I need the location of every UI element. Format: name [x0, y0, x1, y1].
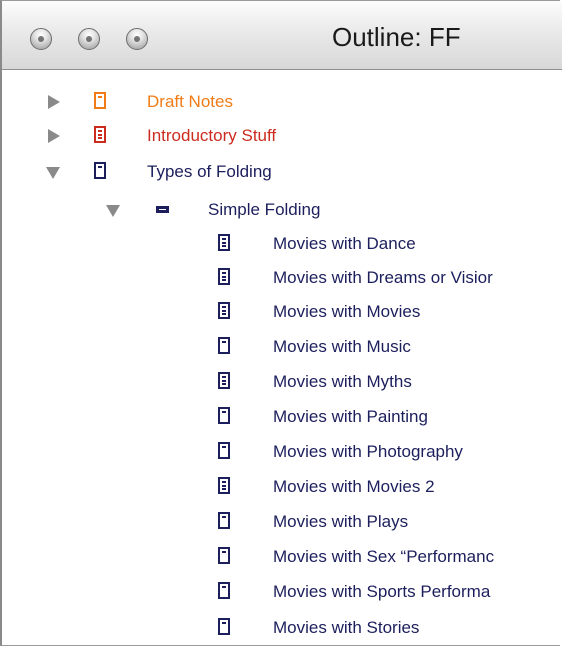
- doc-line: [222, 306, 226, 308]
- outline-row[interactable]: Introductory Stuff: [2, 122, 562, 152]
- document-lined-icon: [218, 477, 230, 494]
- folder-collapsed-icon: [156, 206, 169, 213]
- outline-item-label: Movies with Plays: [273, 512, 409, 531]
- doc-line: [222, 238, 226, 240]
- outline-row[interactable]: Movies with Dreams or Visior: [2, 264, 562, 294]
- doc-line: [222, 488, 226, 490]
- disclosure-triangle-expanded-icon[interactable]: [46, 167, 60, 179]
- doc-line: [222, 411, 226, 413]
- doc-line: [222, 279, 226, 281]
- outline-row[interactable]: Movies with Music: [2, 333, 562, 363]
- outline-item-label: Introductory Stuff: [147, 126, 277, 145]
- doc-line: [98, 130, 102, 132]
- outline-row[interactable]: Movies with Sports Performa: [2, 578, 562, 608]
- close-icon: [38, 36, 44, 42]
- close-button[interactable]: [30, 28, 52, 50]
- document-blank-icon: [218, 442, 230, 459]
- document-blank-icon: [94, 162, 106, 179]
- disclosure-triangle-collapsed-icon[interactable]: [48, 129, 60, 143]
- doc-line: [222, 276, 226, 278]
- minimize-icon: [86, 36, 92, 42]
- outline-item-label: Movies with Music: [273, 337, 411, 356]
- outline-window: Outline: FF Draft Notes Introductory Stuf…: [0, 0, 562, 648]
- document-lined-icon: [94, 126, 106, 143]
- document-blank-icon: [218, 407, 230, 424]
- outline-row[interactable]: Movies with Stories: [2, 614, 562, 644]
- doc-line: [222, 242, 226, 244]
- outline-item-label: Movies with Dance: [273, 234, 416, 253]
- outline-item-label: Movies with Sports Performa: [273, 582, 491, 601]
- outline-row[interactable]: Draft Notes: [2, 88, 562, 118]
- doc-line: [222, 272, 226, 274]
- doc-line: [98, 137, 102, 139]
- document-blank-icon: [218, 582, 230, 599]
- outline-row[interactable]: Movies with Dance: [2, 230, 562, 260]
- document-lined-icon: [218, 372, 230, 389]
- zoom-button[interactable]: [126, 28, 148, 50]
- outline-item-label: Movies with Movies: [273, 302, 421, 321]
- outline-item-label: Movies with Myths: [273, 372, 412, 391]
- doc-line: [222, 481, 226, 483]
- disclosure-triangle-collapsed-icon[interactable]: [48, 95, 60, 109]
- doc-line: [222, 622, 226, 624]
- title-bar[interactable]: Outline: FF: [0, 0, 562, 70]
- doc-line: [222, 383, 226, 385]
- document-blank-icon: [218, 618, 230, 635]
- doc-line: [222, 245, 226, 247]
- outline-view: Draft Notes Introductory Stuff Types of Fo…: [2, 70, 562, 648]
- doc-line: [98, 134, 102, 136]
- outline-item-label: Types of Folding: [147, 162, 272, 181]
- outline-row[interactable]: Movies with Sex “Performanc: [2, 543, 562, 573]
- document-blank-icon: [94, 92, 106, 109]
- outline-row[interactable]: Movies with Myths: [2, 368, 562, 398]
- outline-row[interactable]: Types of Folding: [2, 158, 562, 188]
- outline-item-label: Movies with Sex “Performanc: [273, 547, 495, 566]
- doc-line: [98, 96, 102, 98]
- outline-item-label: Draft Notes: [147, 92, 233, 111]
- doc-line: [222, 380, 226, 382]
- minimize-button[interactable]: [78, 28, 100, 50]
- doc-line: [222, 551, 226, 553]
- outline-item-label: Movies with Dreams or Visior: [273, 268, 493, 287]
- document-blank-icon: [218, 547, 230, 564]
- outline-item-label: Movies with Painting: [273, 407, 428, 426]
- zoom-icon: [134, 36, 140, 42]
- outline-item-label: Movies with Photography: [273, 442, 463, 461]
- doc-line: [222, 516, 226, 518]
- outline-item-label: Simple Folding: [208, 200, 321, 219]
- outline-row[interactable]: Movies with Painting: [2, 403, 562, 433]
- doc-line: [222, 485, 226, 487]
- outline-row[interactable]: Movies with Photography: [2, 438, 562, 468]
- doc-line: [98, 166, 102, 168]
- document-lined-icon: [218, 234, 230, 251]
- doc-line: [222, 313, 226, 315]
- document-lined-icon: [218, 268, 230, 285]
- outline-row[interactable]: Simple Folding: [2, 196, 562, 226]
- outline-item-label: Movies with Movies 2: [273, 477, 435, 496]
- disclosure-triangle-expanded-icon[interactable]: [106, 205, 120, 217]
- document-blank-icon: [218, 512, 230, 529]
- outline-row[interactable]: Movies with Movies: [2, 298, 562, 328]
- outline-row[interactable]: Movies with Movies 2: [2, 473, 562, 503]
- document-lined-icon: [218, 302, 230, 319]
- outline-row[interactable]: Movies with Plays: [2, 508, 562, 538]
- doc-line: [222, 341, 226, 343]
- document-blank-icon: [218, 337, 230, 354]
- doc-line: [222, 376, 226, 378]
- doc-line: [222, 310, 226, 312]
- outline-item-label: Movies with Stories: [273, 618, 420, 637]
- doc-line: [222, 446, 226, 448]
- doc-line: [222, 586, 226, 588]
- window-title: Outline: FF: [332, 22, 461, 52]
